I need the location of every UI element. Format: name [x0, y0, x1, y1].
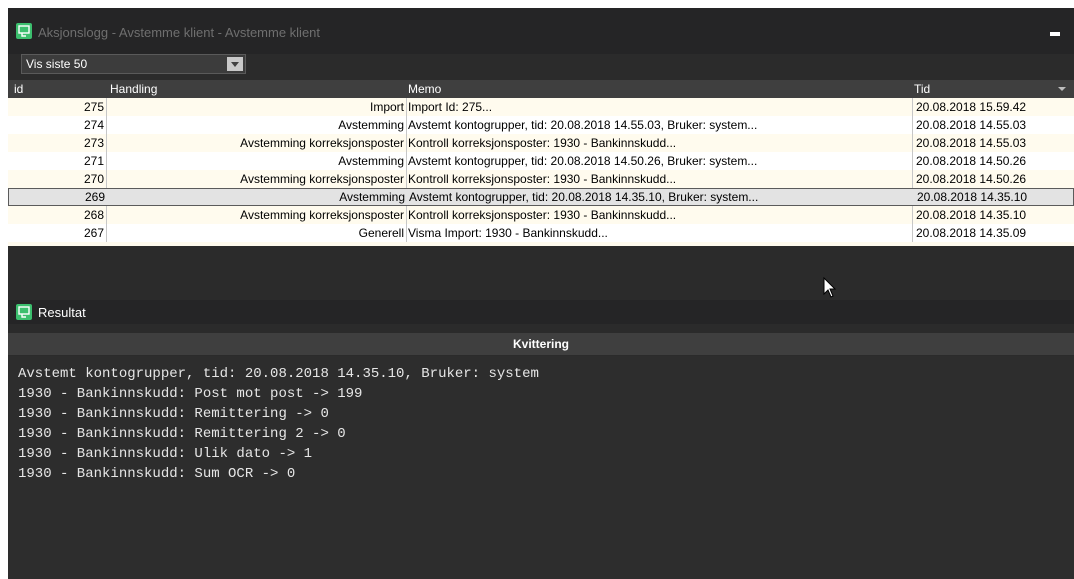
cell-tid: 20.08.2018 14.50.26 [916, 172, 1027, 186]
cell-id: 275 [83, 100, 104, 114]
cell-memo: Import Id: 275... [408, 100, 493, 114]
cell-id: 274 [83, 118, 104, 132]
result-panel-header: Resultat [8, 300, 1074, 324]
title-bar: Aksjonslogg - Avstemme klient - Avstemme… [8, 8, 1074, 54]
table-row[interactable]: 268 Avstemming korreksjonsposter Kontrol… [8, 206, 1074, 224]
table-row[interactable]: 273 Avstemming korreksjonsposter Kontrol… [8, 134, 1074, 152]
result-log: Avstemt kontogrupper, tid: 20.08.2018 14… [8, 356, 1074, 579]
window-title: Aksjonslogg - Avstemme klient - Avstemme… [38, 25, 321, 40]
cell-memo: Avstemt kontogrupper, tid: 20.08.2018 14… [408, 154, 758, 168]
cell-id: 267 [83, 226, 104, 240]
cell-handling: Avstemming korreksjonsposter [240, 208, 404, 222]
log-line: 1930 - Bankinnskudd: Sum OCR -> 0 [18, 466, 296, 482]
cell-memo: Kontroll korreksjonsposter: 1930 - Banki… [408, 172, 677, 186]
log-line: Avstemt kontogrupper, tid: 20.08.2018 14… [18, 366, 539, 382]
cell-id: 270 [83, 172, 104, 186]
table-row[interactable]: 271 Avstemming Avstemt kontogrupper, tid… [8, 152, 1074, 170]
cell-memo: Kontroll korreksjonsposter: 1930 - Banki… [408, 136, 677, 150]
cell-id: 268 [83, 208, 104, 222]
cell-id: 269 [84, 190, 105, 204]
column-tid[interactable]: Tid [914, 82, 930, 96]
table-row[interactable]: 274 Avstemming Avstemt kontogrupper, tid… [8, 116, 1074, 134]
cell-tid: 20.08.2018 14.55.03 [916, 118, 1027, 132]
minimize-icon[interactable] [1050, 32, 1060, 36]
log-line: 1930 - Bankinnskudd: Post mot post -> 19… [18, 386, 363, 402]
table-row-selected[interactable]: 269 Avstemming Avstemt kontogrupper, tid… [8, 188, 1074, 206]
cell-memo: Avstemt kontogrupper, tid: 20.08.2018 14… [408, 118, 758, 132]
cell-memo: Kontroll korreksjonsposter: 1930 - Banki… [408, 208, 677, 222]
cell-id: 273 [83, 136, 104, 150]
chevron-down-icon[interactable] [227, 57, 243, 71]
grid-body: 275 Import Import Id: 275... 20.08.2018 … [8, 98, 1074, 290]
cell-tid: 20.08.2018 14.50.26 [916, 154, 1027, 168]
app-icon [16, 23, 32, 39]
table-row[interactable]: 275 Import Import Id: 275... 20.08.2018 … [8, 98, 1074, 116]
log-line: 1930 - Bankinnskudd: Remittering -> 0 [18, 406, 329, 422]
log-line: 1930 - Bankinnskudd: Remittering 2 -> 0 [18, 426, 346, 442]
cell-tid: 20.08.2018 14.35.10 [916, 208, 1027, 222]
log-line: 1930 - Bankinnskudd: Ulik dato -> 1 [18, 446, 313, 462]
table-row[interactable]: 267 Generell Visma Import: 1930 - Bankin… [8, 224, 1074, 242]
cell-handling: Avstemming [339, 190, 405, 204]
cell-handling: Import [369, 100, 404, 114]
grid-header: id Handling Memo Tid [8, 80, 1074, 98]
result-column-header: Kvittering [8, 333, 1074, 355]
mouse-cursor-icon [823, 277, 837, 298]
cell-handling: Generell [358, 226, 404, 240]
cell-handling: Avstemming [338, 154, 404, 168]
cell-id: 271 [83, 154, 104, 168]
cell-handling: Avstemming korreksjonsposter [240, 172, 404, 186]
column-id[interactable]: id [14, 82, 23, 96]
cell-handling: Avstemming korreksjonsposter [240, 136, 404, 150]
column-memo[interactable]: Memo [408, 82, 441, 96]
column-handling[interactable]: Handling [110, 82, 157, 96]
table-row-partial[interactable] [8, 242, 1074, 246]
cell-tid: 20.08.2018 15.59.42 [916, 100, 1027, 114]
result-title: Resultat [38, 305, 86, 320]
table-row[interactable]: 270 Avstemming korreksjonsposter Kontrol… [8, 170, 1074, 188]
result-icon [16, 304, 32, 320]
sort-desc-icon[interactable] [1058, 87, 1066, 91]
filter-value: Vis siste 50 [26, 57, 88, 71]
cell-tid: 20.08.2018 14.35.10 [917, 190, 1028, 204]
cell-tid: 20.08.2018 14.55.03 [916, 136, 1027, 150]
cell-tid: 20.08.2018 14.35.09 [916, 226, 1027, 240]
cell-memo: Visma Import: 1930 - Bankinnskudd... [408, 226, 608, 240]
filter-dropdown[interactable]: Vis siste 50 [21, 54, 246, 74]
cell-memo: Avstemt kontogrupper, tid: 20.08.2018 14… [409, 190, 759, 204]
cell-handling: Avstemming [338, 118, 404, 132]
